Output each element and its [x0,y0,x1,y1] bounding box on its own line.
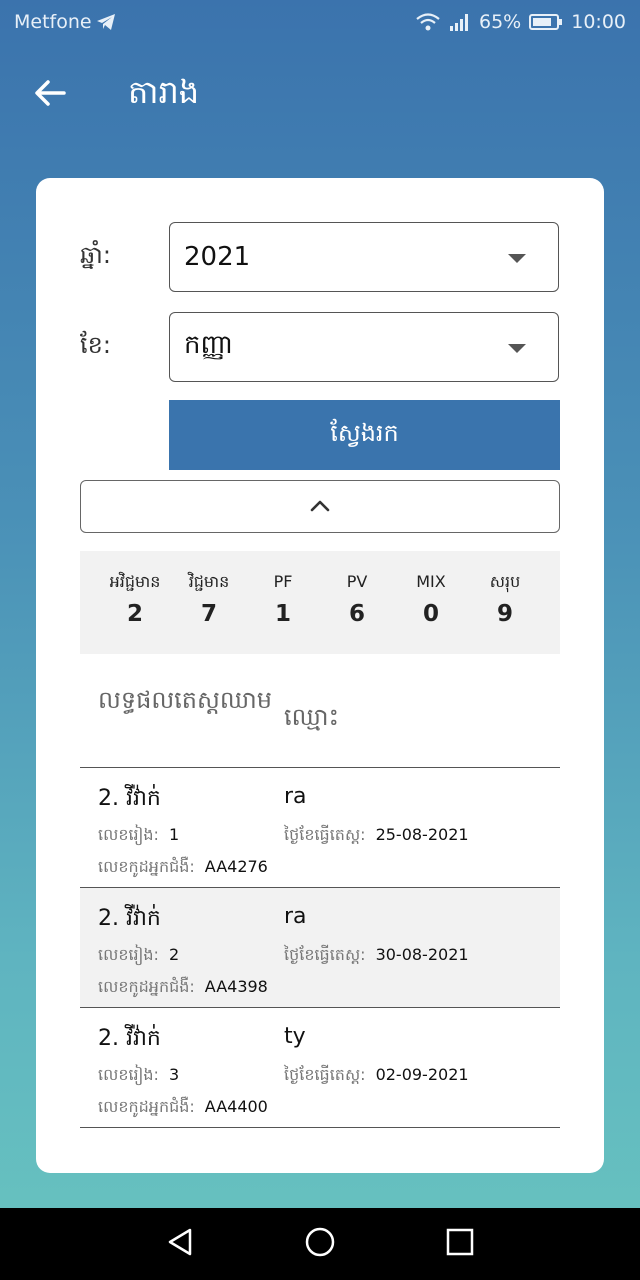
stat-positive: វិជ្ជមាន 7 [172,571,246,654]
patient-code-value: AA4400 [204,1097,268,1116]
stat-value: 1 [274,601,291,627]
carrier-name: Metfone [14,11,92,33]
patient-code-value: AA4276 [204,857,268,876]
search-button[interactable]: ស្វែងរក [169,400,560,470]
stat-label: សរុប [489,572,521,591]
row-name: ra [284,904,307,929]
year-value: 2021 [184,242,251,272]
row-result: 2. វីវ៉ាក់ [98,786,161,811]
row-name: ty [284,1024,306,1049]
battery-percent: 65% [479,11,522,33]
app-bar: តារាង [0,60,640,130]
table-header: លទ្ធផលតេស្តឈាម ឈ្មោះ [80,678,560,768]
row-order: លេខរៀង: 2 [98,944,179,968]
clock: 10:00 [571,11,626,33]
circle-home-icon [304,1226,336,1262]
stat-pv: PV 6 [320,571,394,654]
stat-negative: អវិជ្ជមាន 2 [98,571,172,654]
triangle-back-icon [166,1227,194,1261]
month-value: កញ្ញា [184,330,234,360]
stat-label: PV [346,572,368,591]
patient-code-label: លេខកូដអ្នកជំងឺ: [98,977,195,996]
signal-icon [449,13,471,31]
system-nav-bar [0,1208,640,1280]
arrow-left-icon [34,79,66,111]
row-test-date: ថ្ងៃខែធ្វើតេស្ត: 25-08-2021 [284,824,469,848]
dropdown-caret-icon [508,254,526,263]
test-date-label: ថ្ងៃខែធ្វើតេស្ត: [284,1065,366,1084]
nav-back-button[interactable] [155,1219,205,1269]
patient-code-value: AA4398 [204,977,268,996]
test-date-label: ថ្ងៃខែធ្វើតេស្ត: [284,825,366,844]
status-bar: Metfone 65% 10:00 [0,0,640,44]
patient-code-label: លេខកូដអ្នកជំងឺ: [98,857,195,876]
order-value: 1 [168,825,180,844]
stat-value: 7 [200,601,217,627]
summary-panel: អវិជ្ជមាន 2 វិជ្ជមាន 7 PF 1 PV 6 MIX 0 ស… [80,551,560,654]
row-test-date: ថ្ងៃខែធ្វើតេស្ត: 02-09-2021 [284,1064,469,1088]
square-recents-icon [446,1228,474,1260]
chevron-up-icon [310,497,330,516]
collapse-button[interactable] [80,480,560,533]
table-row[interactable]: 2. វីវ៉ាក់ ra លេខរៀង: 1 ថ្ងៃខែធ្វើតេស្ត: 2… [80,768,560,888]
stat-label: PF [273,572,293,591]
month-label: ខែ: [80,331,111,359]
test-date-value: 30-08-2021 [375,945,469,964]
column-header-name: ឈ្មោះ [284,703,340,731]
stat-value: 2 [126,601,143,627]
stat-value: 9 [496,601,513,627]
row-patient-code: លេខកូដអ្នកជំងឺ: AA4276 [98,856,268,880]
month-row: ខែ: [80,330,170,365]
stat-label: MIX [416,572,446,591]
page-title: តារាង [128,72,200,111]
year-select[interactable]: 2021 [169,222,559,292]
row-name: ra [284,784,307,809]
test-date-value: 25-08-2021 [375,825,469,844]
table-row[interactable]: 2. វីវ៉ាក់ ra លេខរៀង: 2 ថ្ងៃខែធ្វើតេស្ត: 3… [80,888,560,1008]
dropdown-caret-icon [508,344,526,353]
row-test-date: ថ្ងៃខែធ្វើតេស្ត: 30-08-2021 [284,944,469,968]
stat-value: 6 [348,601,365,627]
year-row: ឆ្នាំ: [80,240,170,275]
row-order: លេខរៀង: 1 [98,824,179,848]
telegram-icon [96,13,116,31]
order-label: លេខរៀង: [98,1065,159,1084]
stat-pf: PF 1 [246,571,320,654]
stat-total: សរុប 9 [468,571,542,654]
patient-code-label: លេខកូដអ្នកជំងឺ: [98,1097,195,1116]
carrier: Metfone [14,11,116,33]
stat-value: 0 [422,601,439,627]
test-date-label: ថ្ងៃខែធ្វើតេស្ត: [284,945,366,964]
order-label: លេខរៀង: [98,945,159,964]
order-label: លេខរៀង: [98,825,159,844]
back-button[interactable] [20,65,80,125]
stat-label: វិជ្ជមាន [188,572,230,591]
content-card: ឆ្នាំ: 2021 ខែ: កញ្ញា ស្វែងរក អវិជ្ជមាន … [36,178,604,1173]
year-label: ឆ្នាំ: [80,241,111,269]
row-result: 2. វីវ៉ាក់ [98,1026,161,1051]
month-select[interactable]: កញ្ញា [169,312,559,382]
wifi-icon [415,13,441,31]
nav-home-button[interactable] [295,1219,345,1269]
row-order: លេខរៀង: 3 [98,1064,179,1088]
column-header-result: លទ្ធផលតេស្តឈាម [98,686,273,714]
row-patient-code: លេខកូដអ្នកជំងឺ: AA4398 [98,976,268,1000]
table-row[interactable]: 2. វីវ៉ាក់ ty លេខរៀង: 3 ថ្ងៃខែធ្វើតេស្ត: 0… [80,1008,560,1128]
order-value: 2 [168,945,180,964]
nav-recents-button[interactable] [435,1219,485,1269]
test-date-value: 02-09-2021 [375,1065,469,1084]
stat-label: អវិជ្ជមាន [109,572,161,591]
stat-mix: MIX 0 [394,571,468,654]
row-result: 2. វីវ៉ាក់ [98,906,161,931]
order-value: 3 [168,1065,180,1084]
row-patient-code: លេខកូដអ្នកជំងឺ: AA4400 [98,1096,268,1120]
battery-icon [529,13,563,31]
